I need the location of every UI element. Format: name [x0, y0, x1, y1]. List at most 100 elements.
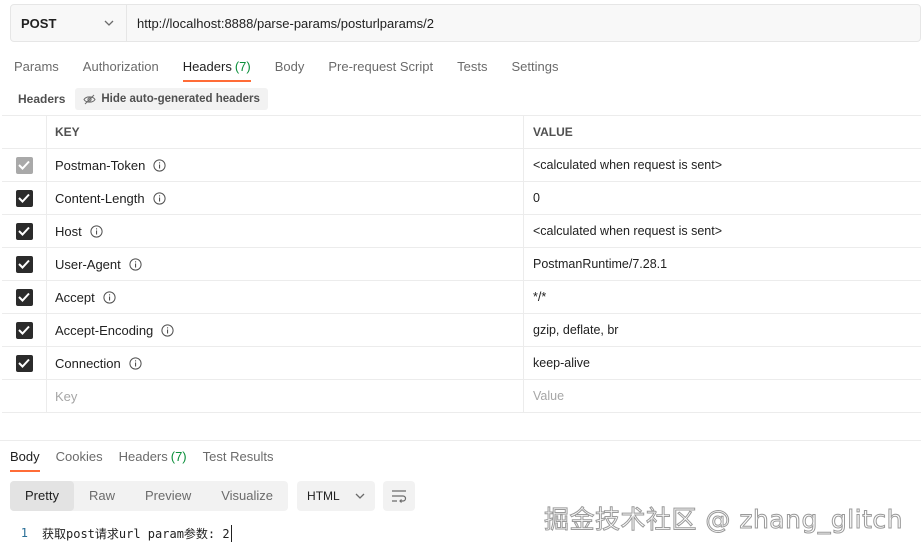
format-label: HTML: [307, 489, 340, 503]
row-checkbox[interactable]: [15, 321, 33, 339]
headers-section-title: Headers: [18, 92, 66, 106]
tab-label: Settings: [511, 59, 559, 74]
tab-label: Authorization: [82, 59, 159, 74]
response-body-line[interactable]: 1 获取post请求url param参数: 2: [0, 522, 232, 544]
tab-body[interactable]: Body: [263, 52, 317, 82]
tab-count-badge: (7): [170, 449, 187, 464]
method-label: POST: [21, 15, 57, 31]
tab-headers[interactable]: Headers (7): [171, 52, 263, 82]
tab-label: Body: [10, 449, 40, 464]
section-divider: [0, 440, 921, 441]
format-select[interactable]: HTML: [297, 481, 376, 511]
tab-params[interactable]: Params: [0, 52, 71, 82]
tab-settings[interactable]: Settings: [499, 52, 570, 82]
tab-label: Headers: [182, 59, 232, 74]
table-row: Accept-Encoding gzip, deflate, br: [2, 314, 921, 347]
tab-label: Pre-request Script: [328, 59, 434, 74]
header-key-cell[interactable]: Connection: [47, 347, 524, 379]
response-tab-test-results[interactable]: Test Results: [195, 444, 282, 472]
tab-label: Test Results: [202, 449, 274, 464]
header-key: Host: [55, 223, 82, 239]
header-value[interactable]: */*: [524, 281, 921, 313]
chevron-down-icon: [104, 20, 114, 26]
tab-label: Params: [14, 59, 59, 74]
table-row: Content-Length 0: [2, 182, 921, 215]
header-key-cell[interactable]: Accept-Encoding: [47, 314, 524, 346]
chevron-down-icon: [355, 493, 365, 499]
response-text: 获取post请求url param参数: 2: [42, 524, 232, 542]
response-tab-body[interactable]: Body: [0, 444, 48, 472]
header-key: User-Agent: [55, 256, 121, 272]
new-key-input[interactable]: Key: [47, 380, 524, 412]
tab-tests[interactable]: Tests: [445, 52, 499, 82]
view-mode-visualize[interactable]: Visualize: [206, 481, 288, 511]
hide-auto-headers-label: Hide auto-generated headers: [101, 93, 260, 105]
header-value[interactable]: PostmanRuntime/7.28.1: [524, 248, 921, 280]
new-value-input[interactable]: Value: [524, 380, 921, 412]
header-key: Accept-Encoding: [55, 322, 154, 338]
info-icon[interactable]: [129, 356, 142, 370]
tab-label: Tests: [457, 59, 488, 74]
response-tab-headers[interactable]: Headers (7): [111, 444, 195, 472]
row-checkbox[interactable]: [15, 288, 33, 306]
header-value[interactable]: gzip, deflate, br: [524, 314, 921, 346]
response-toolbar: Pretty Raw Preview Visualize HTML: [10, 481, 416, 511]
method-select[interactable]: POST: [11, 5, 127, 41]
table-row: Postman-Token <calculated when request is…: [2, 149, 921, 182]
check-cell: [2, 248, 47, 280]
watermark: 掘金技术社区 @ zhang_glitch: [543, 505, 903, 535]
header-key: Content-Length: [55, 190, 145, 206]
header-value[interactable]: <calculated when request is sent>: [524, 215, 921, 247]
headers-subbar: Headers Hide auto-generated headers: [18, 88, 268, 110]
header-key-cell[interactable]: Postman-Token: [47, 149, 524, 181]
line-number: 1: [20, 526, 28, 540]
row-checkbox[interactable]: [15, 255, 33, 273]
wrap-lines-button[interactable]: [383, 481, 416, 511]
info-icon[interactable]: [90, 224, 103, 238]
row-checkbox: [15, 156, 33, 174]
tab-label: Cookies: [55, 449, 103, 464]
request-tabs: Params Authorization Headers (7) Body Pre-req…: [0, 52, 570, 82]
tab-label: Headers: [118, 449, 168, 464]
check-cell: [2, 314, 47, 346]
view-mode-preview[interactable]: Preview: [130, 481, 206, 511]
info-icon[interactable]: [129, 257, 142, 271]
response-tab-cookies[interactable]: Cookies: [48, 444, 111, 472]
table-row: Accept */*: [2, 281, 921, 314]
tab-count-badge: (7): [234, 59, 251, 74]
wrap-lines-icon: [392, 490, 407, 503]
info-icon[interactable]: [153, 158, 166, 172]
check-cell: [2, 215, 47, 247]
info-icon[interactable]: [153, 191, 166, 205]
response-tabs: Body Cookies Headers (7) Test Results: [0, 444, 281, 472]
header-value[interactable]: 0: [524, 182, 921, 214]
url-input[interactable]: http://localhost:8888/parse-params/postu…: [127, 5, 920, 41]
row-checkbox[interactable]: [15, 189, 33, 207]
table-header-row: KEY VALUE: [2, 116, 921, 149]
tab-pre-request-script[interactable]: Pre-request Script: [316, 52, 445, 82]
new-header-row: Key Value: [2, 380, 921, 413]
header-key: Connection: [55, 355, 121, 371]
table-row: Connection keep-alive: [2, 347, 921, 380]
tab-authorization[interactable]: Authorization: [71, 52, 171, 82]
check-cell: [2, 347, 47, 379]
header-key-cell[interactable]: Host: [47, 215, 524, 247]
header-key-cell[interactable]: Content-Length: [47, 182, 524, 214]
info-icon[interactable]: [161, 323, 174, 337]
header-value[interactable]: keep-alive: [524, 347, 921, 379]
row-checkbox[interactable]: [15, 354, 33, 372]
view-mode-pretty[interactable]: Pretty: [10, 481, 74, 511]
check-cell: [2, 182, 47, 214]
header-value[interactable]: <calculated when request is sent>: [524, 149, 921, 181]
table-row: Host <calculated when request is sent>: [2, 215, 921, 248]
header-key-cell[interactable]: User-Agent: [47, 248, 524, 280]
column-header-key: KEY: [47, 116, 524, 148]
info-icon[interactable]: [103, 290, 116, 304]
table-header-check-cell: [2, 116, 47, 148]
header-key-cell[interactable]: Accept: [47, 281, 524, 313]
hide-auto-headers-button[interactable]: Hide auto-generated headers: [75, 88, 268, 110]
row-checkbox[interactable]: [15, 222, 33, 240]
view-mode-raw[interactable]: Raw: [74, 481, 130, 511]
request-url-bar: POST http://localhost:8888/parse-params/…: [10, 4, 921, 42]
column-header-value: VALUE: [533, 125, 573, 139]
